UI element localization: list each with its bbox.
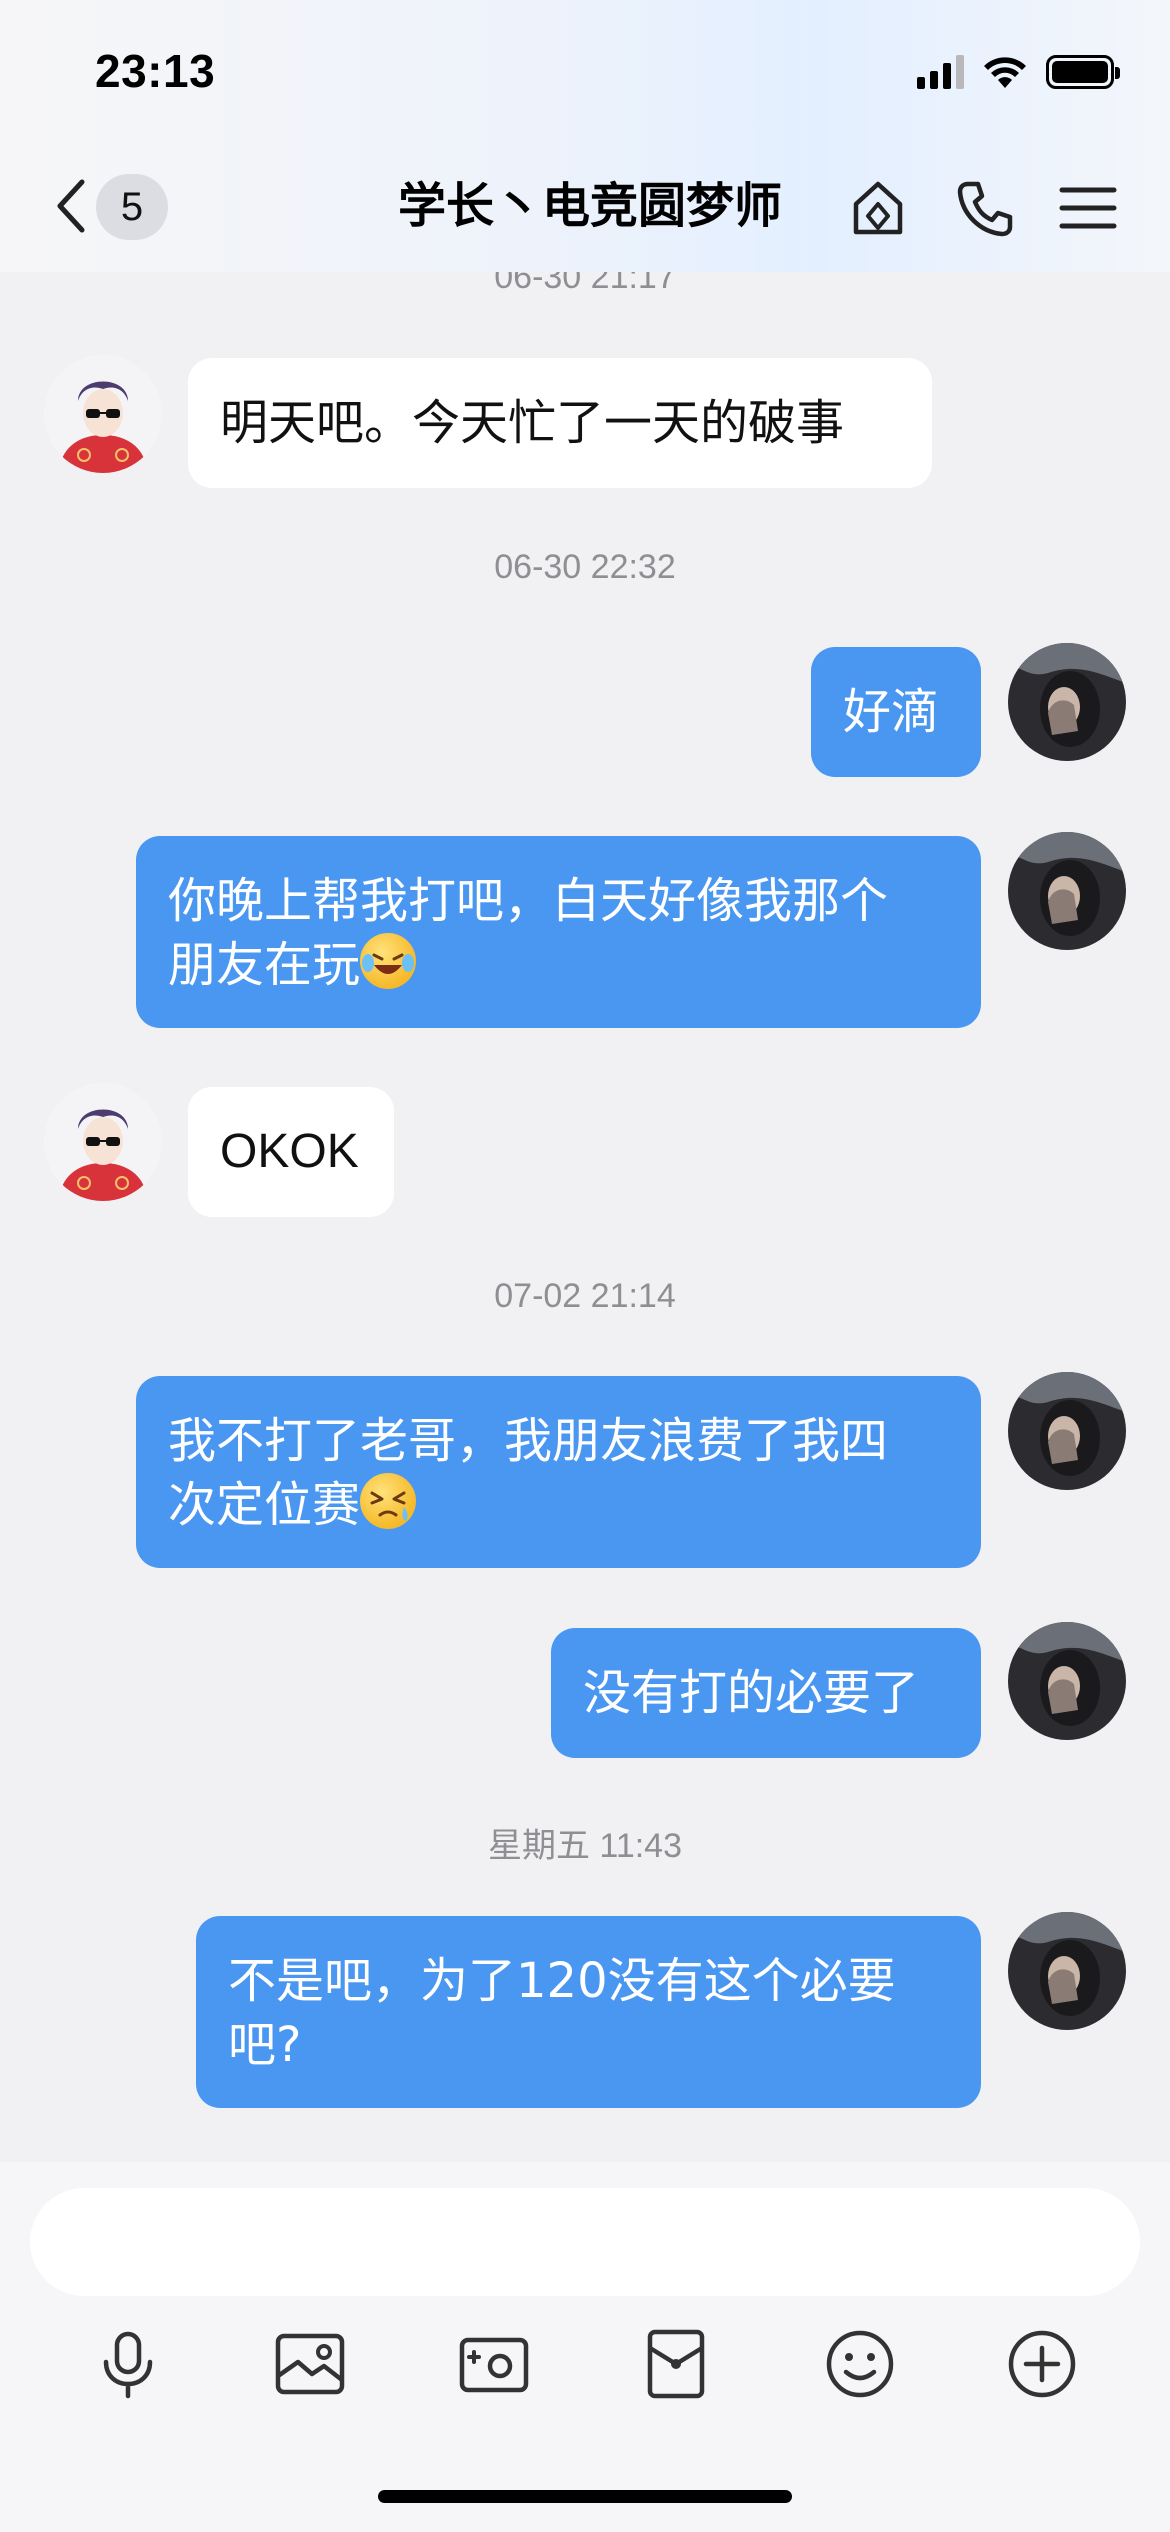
outgoing-message-bubble[interactable]: 我不打了老哥，我朋友浪费了我四 次定位赛 <box>136 1376 981 1568</box>
my-avatar[interactable] <box>1008 643 1126 761</box>
message-line: 吧? <box>228 2017 302 2073</box>
group-home-icon[interactable] <box>846 176 910 240</box>
chat-title[interactable]: 学长丶电竞圆梦师 <box>380 176 800 236</box>
message-timestamp: 07-02 21:14 <box>494 1277 676 1315</box>
microphone-icon[interactable] <box>90 2326 166 2402</box>
my-avatar[interactable] <box>1008 1622 1126 1740</box>
message-timestamp: 星期五 11:43 <box>487 1827 682 1865</box>
image-icon[interactable] <box>272 2326 348 2402</box>
plus-icon[interactable] <box>1004 2326 1080 2402</box>
message-input[interactable] <box>30 2188 1140 2296</box>
status-icons <box>917 52 1120 92</box>
message-line-with-emoji: 朋友在玩 <box>168 933 949 997</box>
message-line: 我不打了老哥，我朋友浪费了我四 <box>168 1413 889 1469</box>
laughing-tears-emoji-icon <box>360 933 417 989</box>
outgoing-message-bubble[interactable]: 没有打的必要了 <box>551 1628 981 1758</box>
red-packet-icon[interactable] <box>638 2326 714 2402</box>
phone-icon[interactable] <box>952 176 1016 240</box>
outgoing-message-bubble[interactable]: 好滴 <box>811 647 981 777</box>
header-bar: 23:13 5 学长丶电竞圆梦师 <box>0 0 1170 272</box>
my-avatar[interactable] <box>1008 832 1126 950</box>
message-line-with-emoji: 次定位赛 <box>168 1473 949 1537</box>
home-indicator[interactable] <box>378 2490 792 2503</box>
message-timestamp: 06-30 22:32 <box>494 548 676 586</box>
my-avatar[interactable] <box>1008 1372 1126 1490</box>
contact-avatar[interactable] <box>44 1083 162 1201</box>
contact-avatar[interactable] <box>44 355 162 473</box>
camera-icon[interactable] <box>456 2326 532 2402</box>
my-avatar[interactable] <box>1008 1912 1126 2030</box>
wifi-icon <box>984 57 1026 88</box>
outgoing-message-bubble[interactable]: 你晚上帮我打吧，白天好像我那个 朋友在玩 <box>136 836 981 1028</box>
chevron-left-icon <box>57 179 85 233</box>
menu-icon[interactable] <box>1056 176 1120 240</box>
incoming-message-bubble[interactable]: 明天吧。今天忙了一天的破事 <box>188 358 932 488</box>
incoming-message-bubble[interactable]: OKOK <box>188 1087 394 1217</box>
unread-count-badge[interactable]: 5 <box>96 174 168 240</box>
status-time: 23:13 <box>95 45 216 97</box>
frustrated-sweat-emoji-icon <box>360 1473 417 1529</box>
emoji-icon[interactable] <box>822 2326 898 2402</box>
signal-icon <box>917 55 964 89</box>
battery-icon <box>1046 55 1120 89</box>
message-line: 不是吧，为了120没有这个必要 <box>228 1953 896 2009</box>
outgoing-message-bubble[interactable]: 不是吧，为了120没有这个必要 吧? <box>196 1916 981 2108</box>
message-line: 你晚上帮我打吧，白天好像我那个 <box>168 873 889 929</box>
